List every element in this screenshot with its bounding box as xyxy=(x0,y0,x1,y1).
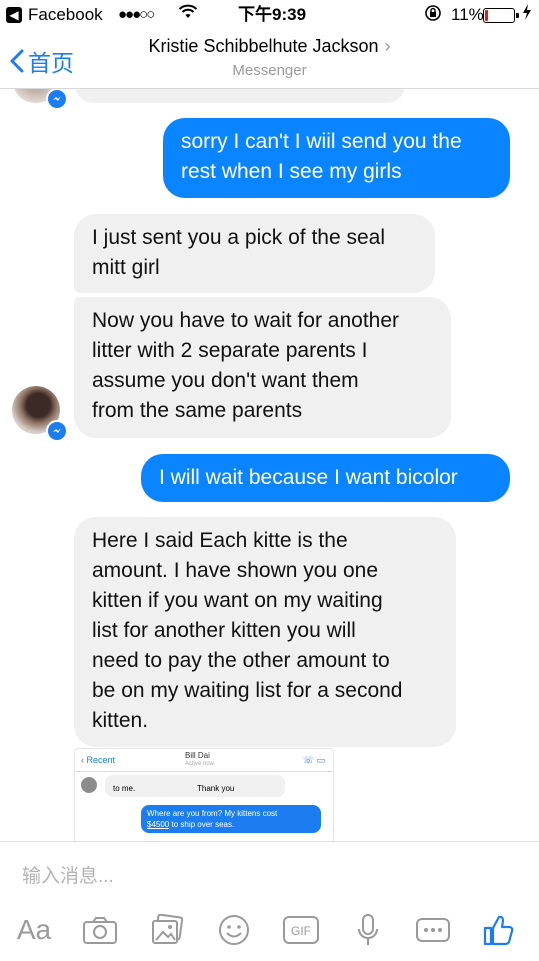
message-bubble-out[interactable]: sorry I can't I wiil send you the rest w… xyxy=(163,118,510,198)
back-app-label: Facebook xyxy=(28,5,103,24)
gallery-icon[interactable] xyxy=(145,908,189,952)
wifi-icon xyxy=(178,4,198,27)
composer-toolbar: Aa GIF xyxy=(0,908,539,952)
contact-name: Kristie Schibbelhute Jackson xyxy=(148,36,379,56)
message-bubble-in[interactable]: I just sent you a pick of the seal mitt … xyxy=(74,214,435,293)
orientation-lock-icon xyxy=(424,4,442,29)
contact-name-link[interactable]: Kristie Schibbelhute Jackson › xyxy=(0,36,539,57)
svg-text:GIF: GIF xyxy=(291,924,311,938)
more-options-icon[interactable] xyxy=(411,908,455,952)
chevron-right-icon: › xyxy=(384,36,391,56)
attachment-status: Active now xyxy=(185,761,215,767)
attachment-call-icons: ☏ ▭ xyxy=(302,755,325,765)
text-format-button[interactable]: Aa xyxy=(12,908,56,952)
charging-icon xyxy=(522,4,532,26)
like-icon[interactable] xyxy=(476,908,520,952)
messenger-badge-icon xyxy=(46,420,68,442)
message-list[interactable]: sorry I can't I wiil send you the rest w… xyxy=(0,89,539,841)
attachment-bubble-in: to me. Thank you xyxy=(105,775,285,797)
battery-fill xyxy=(485,10,488,21)
status-time: 下午9:39 xyxy=(238,5,307,24)
message-bubble-out[interactable]: I will wait because I want bicolor xyxy=(141,454,510,502)
conversation-header: 首页 Kristie Schibbelhute Jackson › Messeng… xyxy=(0,30,539,89)
status-bar: ◀ Facebook ●●●○○ 下午9:39 11% xyxy=(0,0,539,30)
attachment-back-label: ‹ Recent xyxy=(81,755,116,765)
contact-subtitle: Messenger xyxy=(232,62,307,79)
messenger-badge-icon xyxy=(46,89,68,110)
sticker-icon[interactable] xyxy=(212,908,256,952)
gif-icon[interactable]: GIF xyxy=(279,908,323,952)
attachment-bubble-out: Where are you from? My kittens cost $450… xyxy=(141,805,321,833)
message-bubble-in[interactable]: Now you have to wait for another litter … xyxy=(74,297,451,438)
image-attachment[interactable]: ‹ Recent Bill Dai Active now ☏ ▭ to me. … xyxy=(74,748,334,841)
back-triangle-icon: ◀ xyxy=(6,7,22,23)
signal-icon: ●●●○○ xyxy=(118,6,155,23)
back-to-app[interactable]: ◀ Facebook xyxy=(6,4,103,26)
battery-icon xyxy=(483,8,519,23)
composer: Aa GIF xyxy=(0,841,539,961)
attachment-divider xyxy=(75,771,333,772)
microphone-icon[interactable] xyxy=(346,908,390,952)
attachment-avatar xyxy=(81,777,97,793)
message-bubble-in[interactable] xyxy=(75,89,405,103)
message-input[interactable] xyxy=(22,862,502,892)
camera-icon[interactable] xyxy=(78,908,122,952)
attachment-contact-name: Bill Dai xyxy=(185,751,210,760)
message-bubble-in[interactable]: Here I said Each kitte is the amount. I … xyxy=(74,517,456,747)
battery-percent: 11% xyxy=(451,5,484,24)
